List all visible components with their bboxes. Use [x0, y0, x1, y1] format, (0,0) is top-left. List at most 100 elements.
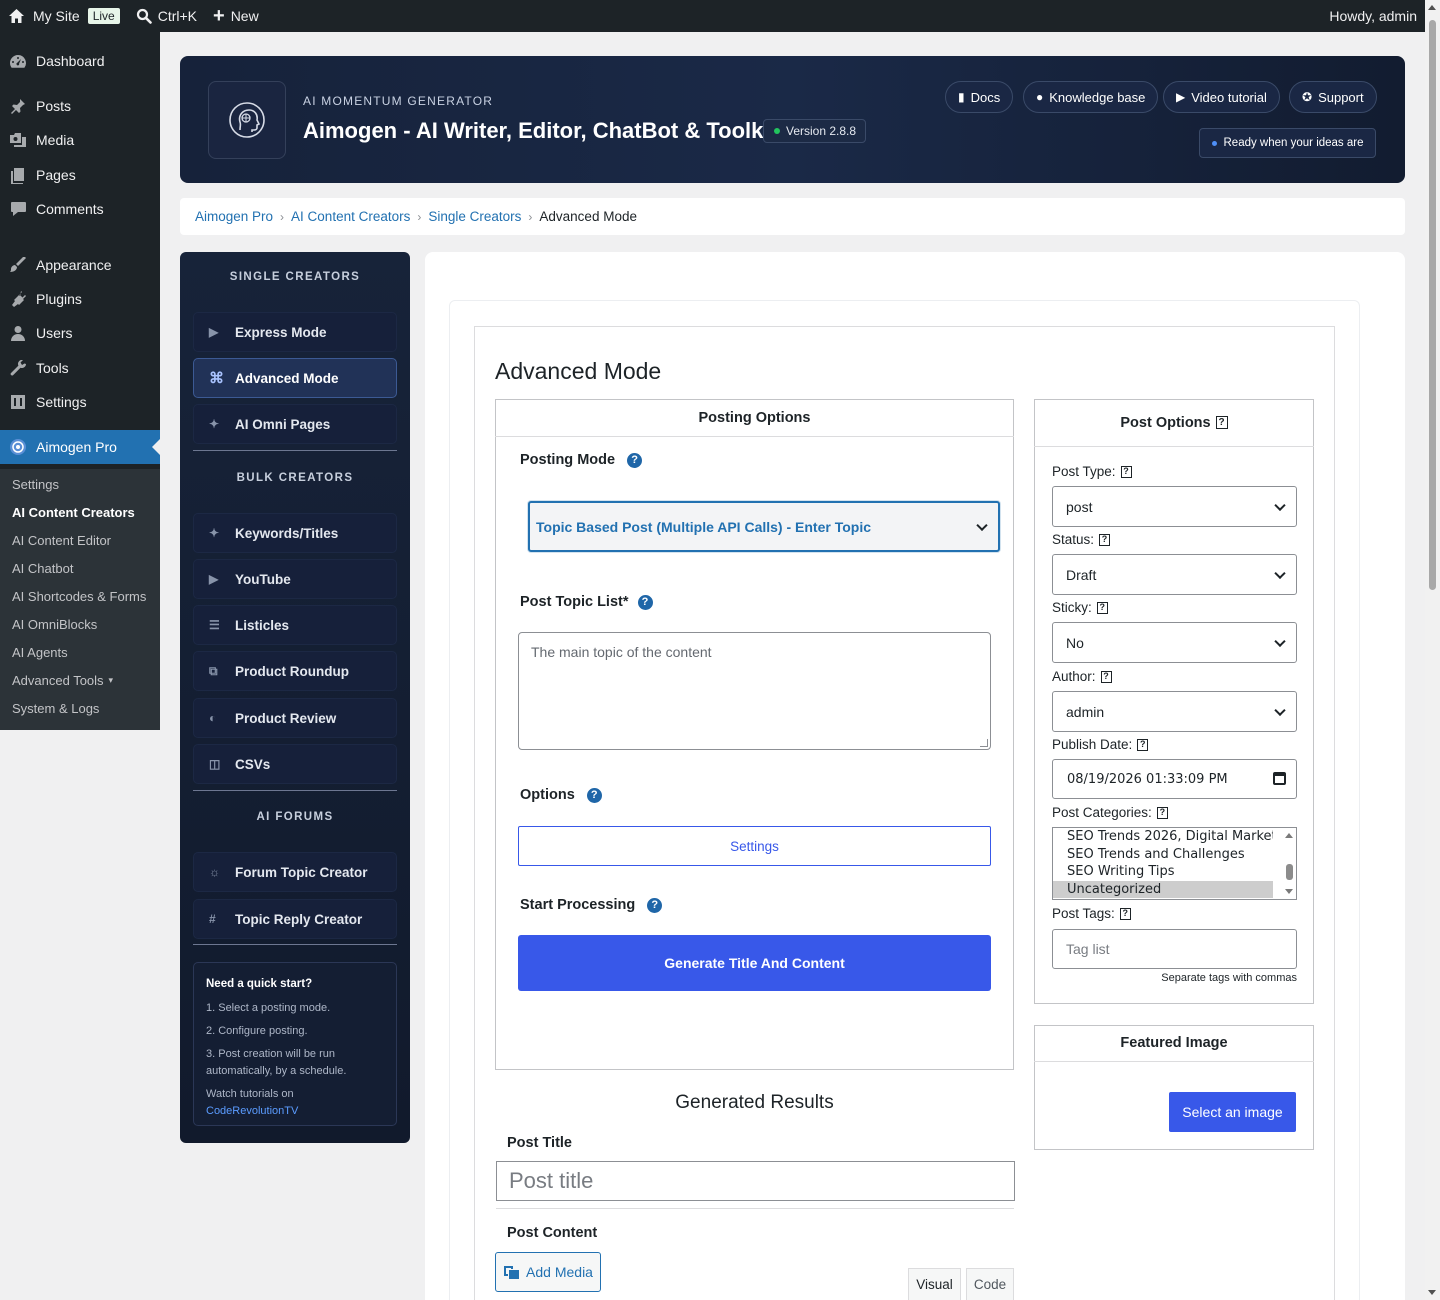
posting-mode-select[interactable]: Topic Based Post (Multiple API Calls) - …	[528, 501, 1000, 552]
tutorials-link[interactable]: CodeRevolutionTV	[206, 1103, 384, 1120]
menu-users[interactable]: Users	[0, 316, 160, 350]
breadcrumb-link[interactable]: Single Creators	[428, 209, 521, 224]
help-icon[interactable]: ?	[627, 452, 643, 468]
post-type-select[interactable]: post	[1052, 486, 1297, 527]
submenu-ai-content-creators[interactable]: AI Content Creators	[0, 498, 160, 526]
tags-input[interactable]: Tag list	[1052, 929, 1297, 969]
command-palette-button[interactable]: Ctrl+K	[128, 0, 205, 32]
status-select[interactable]: Draft	[1052, 554, 1297, 595]
date-value: 08/19/2026 01:33:09 PM	[1067, 771, 1228, 787]
help-icon[interactable]: ?	[586, 787, 602, 803]
menu-settings[interactable]: Settings	[0, 385, 160, 419]
nav-topic-reply-creator[interactable]: # Topic Reply Creator	[193, 899, 397, 939]
support-button[interactable]: ✪ Support	[1289, 81, 1377, 113]
scrollbar-thumb[interactable]	[1286, 864, 1293, 880]
site-home-link[interactable]: My Site Live	[0, 0, 128, 32]
knowledge-base-label: Knowledge base	[1049, 89, 1146, 105]
scroll-down-icon[interactable]	[1285, 889, 1293, 894]
calendar-icon[interactable]	[1273, 772, 1286, 785]
scroll-up-icon[interactable]	[1285, 833, 1293, 838]
account-menu[interactable]: Howdy, admin	[1321, 0, 1425, 32]
nav-keywords-titles[interactable]: ✦ Keywords/Titles	[193, 513, 397, 553]
label-text: Publish Date:	[1052, 737, 1133, 752]
new-content-button[interactable]: + New	[205, 0, 267, 32]
submenu-ai-content-editor[interactable]: AI Content Editor	[0, 526, 160, 554]
category-option-selected[interactable]: Uncategorized	[1053, 880, 1273, 898]
menu-comments[interactable]: Comments	[0, 192, 160, 226]
submenu-ai-shortcodes-forms[interactable]: AI Shortcodes & Forms	[0, 582, 160, 610]
publish-date-input[interactable]: 08/19/2026 01:33:09 PM	[1052, 759, 1297, 799]
divider	[193, 790, 397, 791]
sticky-select[interactable]: No	[1052, 622, 1297, 663]
categories-listbox[interactable]: SEO Trends 2026, Digital Marketing SEO T…	[1052, 827, 1297, 900]
nav-forum-topic-creator[interactable]: ☼ Forum Topic Creator	[193, 852, 397, 892]
tab-code[interactable]: Code	[966, 1268, 1014, 1300]
category-option[interactable]: SEO Writing Tips	[1053, 863, 1273, 881]
video-tutorial-button[interactable]: ▶ Video tutorial	[1163, 81, 1280, 113]
nav-listicles[interactable]: ☰ Listicles	[193, 605, 397, 645]
menu-pages[interactable]: Pages	[0, 158, 160, 192]
submenu-ai-chatbot[interactable]: AI Chatbot	[0, 554, 160, 582]
section-title-single: SINGLE CREATORS	[229, 271, 361, 283]
help-icon[interactable]: ?	[1119, 907, 1131, 920]
scrollbar-thumb[interactable]	[1429, 20, 1436, 590]
menu-appearance[interactable]: Appearance	[0, 248, 160, 282]
help-icon[interactable]: ?	[1137, 738, 1149, 751]
select-image-button[interactable]: Select an image	[1169, 1092, 1296, 1132]
help-icon[interactable]: ?	[1096, 601, 1108, 614]
help-icon[interactable]: ?	[1156, 806, 1168, 819]
help-icon[interactable]: ?	[1099, 533, 1111, 546]
scroll-down-icon[interactable]	[1428, 1290, 1436, 1295]
nav-advanced-mode[interactable]: ⌘ Advanced Mode	[193, 358, 397, 398]
help-icon[interactable]: ?	[637, 594, 653, 610]
tab-visual[interactable]: Visual	[908, 1268, 961, 1300]
nav-express-mode[interactable]: ▶ Express Mode	[193, 312, 397, 352]
help-icon[interactable]: ?	[1100, 670, 1112, 683]
lightbulb-icon: ●	[1036, 90, 1044, 104]
listbox-scrollbar[interactable]	[1282, 828, 1296, 899]
submenu-system-logs[interactable]: System & Logs	[0, 694, 160, 722]
resize-handle-icon[interactable]	[980, 739, 988, 747]
docs-button[interactable]: ▮ Docs	[945, 81, 1014, 113]
submenu-ai-omniblocks[interactable]: AI OmniBlocks	[0, 610, 160, 638]
breadcrumb-link[interactable]: AI Content Creators	[291, 209, 410, 224]
nav-ai-omni-pages[interactable]: ✦ AI Omni Pages	[193, 404, 397, 444]
menu-label: Dashboard	[36, 53, 105, 69]
settings-button[interactable]: Settings	[518, 826, 991, 866]
breadcrumb-link[interactable]: Aimogen Pro	[195, 209, 273, 224]
topic-list-textarea[interactable]: The main topic of the content	[518, 632, 991, 750]
post-title-input[interactable]: Post title	[496, 1161, 1015, 1201]
category-option[interactable]: SEO Trends and Challenges	[1053, 846, 1273, 864]
menu-posts[interactable]: Posts	[0, 89, 160, 123]
help-icon[interactable]: ?	[647, 897, 663, 913]
nav-youtube[interactable]: ▶ YouTube	[193, 559, 397, 599]
knowledge-base-button[interactable]: ● Knowledge base	[1023, 81, 1159, 113]
menu-label: Settings	[36, 394, 87, 410]
post-content-label: Post Content	[507, 1225, 598, 1241]
video-tutorial-label: Video tutorial	[1191, 89, 1267, 105]
nav-product-roundup[interactable]: ⧉ Product Roundup	[193, 651, 397, 691]
scroll-up-icon[interactable]	[1428, 5, 1436, 10]
submenu-advanced-tools[interactable]: Advanced Tools ▾	[0, 666, 160, 694]
author-select[interactable]: admin	[1052, 691, 1297, 732]
author-label: Author: ?	[1052, 669, 1112, 684]
nav-product-review[interactable]: ◐ Product Review	[193, 698, 397, 738]
plus-icon: +	[213, 5, 225, 27]
submenu-settings[interactable]: Settings	[0, 470, 160, 498]
select-value: post	[1066, 498, 1093, 515]
divider	[496, 1208, 1014, 1209]
nav-csvs[interactable]: ◫ CSVs	[193, 744, 397, 784]
generate-button[interactable]: Generate Title And Content	[518, 935, 991, 991]
menu-media[interactable]: Media	[0, 123, 160, 157]
menu-tools[interactable]: Tools	[0, 351, 160, 385]
menu-aimogen-pro[interactable]: Aimogen Pro	[0, 430, 160, 464]
menu-plugins[interactable]: Plugins	[0, 282, 160, 316]
category-option[interactable]: SEO Trends 2026, Digital Marketing	[1053, 828, 1273, 846]
menu-dashboard[interactable]: Dashboard	[0, 44, 160, 78]
submenu-ai-agents[interactable]: AI Agents	[0, 638, 160, 666]
help-icon[interactable]: ?	[1215, 416, 1228, 429]
help-icon[interactable]: ?	[1120, 465, 1132, 478]
page-scrollbar[interactable]	[1425, 0, 1440, 1300]
add-media-button[interactable]: Add Media	[495, 1252, 601, 1292]
nav-label: Listicles	[235, 617, 290, 633]
